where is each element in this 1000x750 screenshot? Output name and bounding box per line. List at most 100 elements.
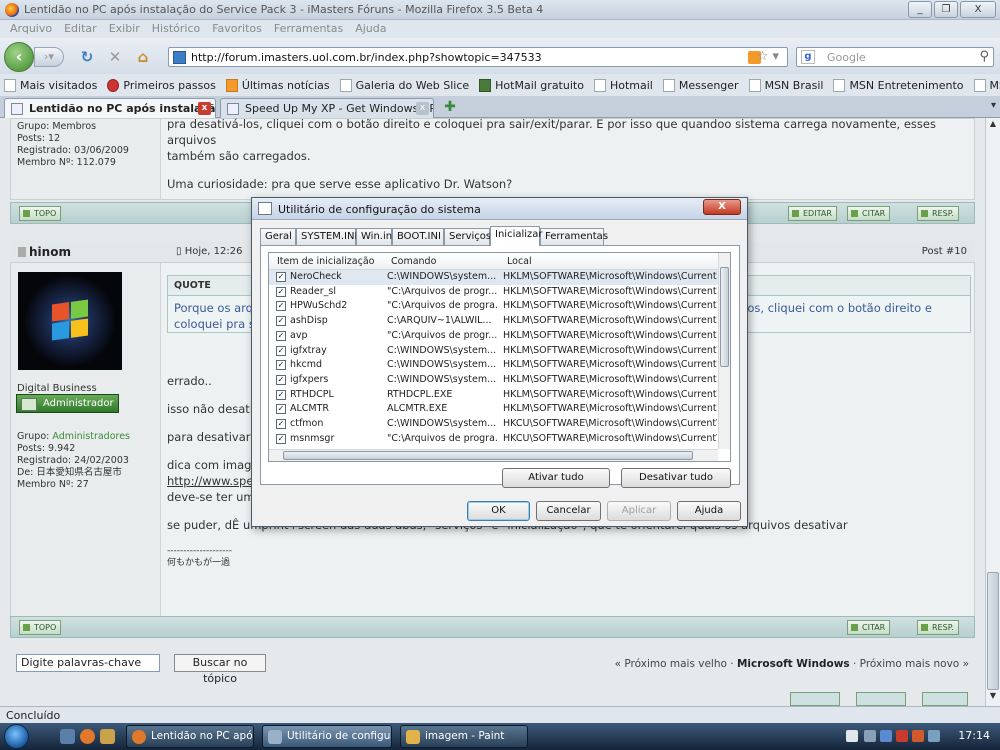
show-desktop-icon[interactable] — [60, 729, 75, 744]
startup-checkbox[interactable]: ✓ — [276, 374, 286, 385]
column-header-command[interactable]: Comando — [391, 256, 436, 267]
google-icon[interactable]: g — [801, 50, 815, 64]
scroll-up-icon[interactable]: ▲ — [987, 119, 999, 133]
restore-button[interactable]: ❐ — [934, 1, 958, 18]
list-item[interactable]: ✓ igfxtray C:\WINDOWS\system... HKLM\SOFTWA… — [269, 344, 718, 359]
list-item[interactable]: ✓ ALCMTR ALCMTR.EXE HKLM\SOFTWARE\Microsoft… — [269, 402, 718, 417]
startup-checkbox[interactable]: ✓ — [276, 419, 286, 429]
minimize-button[interactable]: _ — [908, 1, 932, 18]
menu-exibir[interactable]: Exibir — [103, 20, 146, 38]
bookmark-item[interactable]: Hotmail — [593, 78, 653, 92]
tab-system-ini[interactable]: SYSTEM.INI — [296, 228, 357, 245]
top-button[interactable]: TOPO — [19, 620, 62, 635]
stop-icon[interactable]: ✕ — [106, 48, 124, 66]
tab-lentidao[interactable]: Lentidão no PC após instalação do ... x — [4, 98, 216, 119]
keyword-search-input[interactable]: Digite palavras-chave — [16, 654, 160, 672]
startup-checkbox[interactable]: ✓ — [276, 286, 286, 297]
bookmark-item[interactable]: Galeria do Web Slice — [339, 78, 469, 92]
startup-checkbox[interactable]: ✓ — [276, 389, 286, 400]
tab-ferramentas[interactable]: Ferramentas — [540, 228, 608, 245]
column-header-location[interactable]: Local — [507, 256, 532, 267]
list-item[interactable]: ✓ igfxpers C:\WINDOWS\system... HKLM\SOFTWA… — [269, 373, 718, 388]
list-item[interactable]: ✓ msnmsgr "C:\Arquivos de progra... HKCU\SO… — [269, 432, 718, 447]
next-topic-link[interactable]: · Próximo mais novo » — [850, 658, 969, 670]
list-vertical-scrollbar[interactable] — [718, 253, 730, 449]
tab-geral[interactable]: Geral — [260, 228, 296, 245]
startup-checkbox[interactable]: ✓ — [276, 301, 286, 312]
startup-checkbox[interactable]: ✓ — [276, 316, 286, 327]
media-quicklaunch-icon[interactable] — [100, 729, 115, 744]
list-item[interactable]: ✓ RTHDCPL RTHDCPL.EXE HKLM\SOFTWARE\Microso… — [269, 388, 718, 403]
volume-icon[interactable] — [928, 730, 940, 742]
clock[interactable]: 17:14 — [958, 729, 990, 742]
firefox-quicklaunch-icon[interactable] — [80, 729, 95, 744]
tray-arrow-icon[interactable] — [864, 730, 876, 742]
ok-button[interactable]: OK — [467, 501, 530, 521]
tab-win-ini[interactable]: Win.ini — [356, 228, 395, 245]
list-scroll-thumb[interactable] — [720, 267, 729, 367]
search-topic-button[interactable]: Buscar no tópico — [174, 654, 266, 685]
author-name[interactable]: hinom — [18, 245, 71, 259]
url-text[interactable]: http://forum.imasters.uol.com.br/index.p… — [191, 51, 542, 64]
network-icon[interactable] — [880, 730, 892, 742]
menu-ferramentas[interactable]: Ferramentas — [268, 20, 349, 38]
startup-checkbox[interactable]: ✓ — [276, 360, 286, 371]
security-icon[interactable] — [912, 730, 924, 742]
top-button[interactable]: TOPO — [19, 206, 62, 221]
list-item[interactable]: ✓ ashDisp C:\ARQUIV~1\ALWIL... HKLM\SOFTWAR… — [269, 314, 718, 329]
list-item[interactable]: ✓ ctfmon C:\WINDOWS\system... HKCU\SOFTWARE… — [269, 417, 718, 432]
bookmark-item[interactable]: MSN Brasil — [748, 78, 823, 92]
startup-checkbox[interactable]: ✓ — [276, 272, 286, 282]
reply-button[interactable]: RESP. — [917, 206, 959, 221]
forum-name[interactable]: Microsoft Windows — [737, 658, 850, 670]
bookmark-star-icon[interactable]: ☆ ▾ — [757, 49, 779, 64]
apply-button[interactable]: Aplicar — [607, 501, 671, 521]
bookmark-item[interactable]: Messenger — [662, 78, 739, 92]
taskbar-msconfig[interactable]: Utilitário de configur... — [262, 725, 392, 748]
search-icon[interactable]: ⚲ — [979, 49, 989, 64]
post-number[interactable]: Post #10 — [922, 246, 967, 257]
list-item[interactable]: ✓ avp "C:\Arquivos de progr... HKLM\SOFTWAR… — [269, 329, 718, 344]
dialog-close-button[interactable]: X — [703, 199, 741, 215]
column-header-item[interactable]: Item de inicialização — [277, 256, 374, 267]
search-box[interactable]: g Google ⚲ — [796, 47, 994, 67]
list-item[interactable]: ✓ NeroCheck C:\WINDOWS\system... HKLM\SOFTW… — [269, 270, 718, 285]
taskbar-firefox[interactable]: Lentidão no PC após... — [126, 725, 254, 748]
bookmark-item[interactable]: MSN Entretenimento — [833, 78, 964, 92]
tab-speedup[interactable]: Speed Up My XP - Get Windows XP ... x — [220, 98, 434, 118]
edit-button[interactable]: EDITAR — [788, 206, 837, 221]
list-hscroll-thumb[interactable] — [283, 451, 693, 460]
menu-historico[interactable]: Histórico — [146, 20, 206, 38]
new-tab-button[interactable]: ✚ — [440, 99, 460, 117]
list-item[interactable]: ✓ Reader_sl "C:\Arquivos de progr... HKLM\S… — [269, 285, 718, 300]
tab-servicos[interactable]: Serviços — [444, 228, 491, 245]
menu-ajuda[interactable]: Ajuda — [349, 20, 392, 38]
antivirus-icon[interactable] — [896, 730, 908, 742]
taskbar-paint[interactable]: imagem - Paint — [400, 725, 528, 748]
scroll-thumb[interactable] — [987, 572, 999, 690]
forward-button[interactable]: ›▾ — [34, 47, 64, 67]
tab-boot-ini[interactable]: BOOT.INI — [392, 228, 444, 245]
enable-all-button[interactable]: Ativar tudo — [502, 468, 610, 488]
reply-button[interactable]: RESP. — [917, 620, 959, 635]
startup-checkbox[interactable]: ✓ — [276, 433, 286, 444]
startup-checkbox[interactable]: ✓ — [276, 404, 286, 415]
startup-checkbox[interactable]: ✓ — [276, 345, 286, 356]
page-scrollbar[interactable]: ▲ ▼ — [985, 118, 1000, 706]
list-item[interactable]: ✓ hkcmd C:\WINDOWS\system... HKLM\SOFTWARE\… — [269, 358, 718, 373]
bookmark-item[interactable]: Mais visitados — [4, 78, 97, 92]
tab-inicializar[interactable]: Inicializar — [490, 226, 543, 246]
list-horizontal-scrollbar[interactable] — [269, 449, 718, 461]
url-bar[interactable]: http://forum.imasters.uol.com.br/index.p… — [168, 47, 788, 67]
quote-button[interactable]: CITAR — [847, 206, 891, 221]
scroll-down-icon[interactable]: ▼ — [987, 691, 999, 705]
start-button[interactable] — [4, 724, 29, 749]
language-icon[interactable] — [846, 730, 858, 742]
menu-arquivo[interactable]: Arquivo — [4, 20, 58, 38]
tab-list-icon[interactable]: ▾ — [991, 100, 996, 111]
bookmark-item[interactable]: Primeiros passos — [107, 78, 216, 92]
close-tab-icon[interactable]: x — [198, 102, 211, 115]
startup-checkbox[interactable]: ✓ — [276, 330, 286, 341]
menu-favoritos[interactable]: Favoritos — [206, 20, 268, 38]
close-tab-icon[interactable]: x — [416, 102, 429, 115]
